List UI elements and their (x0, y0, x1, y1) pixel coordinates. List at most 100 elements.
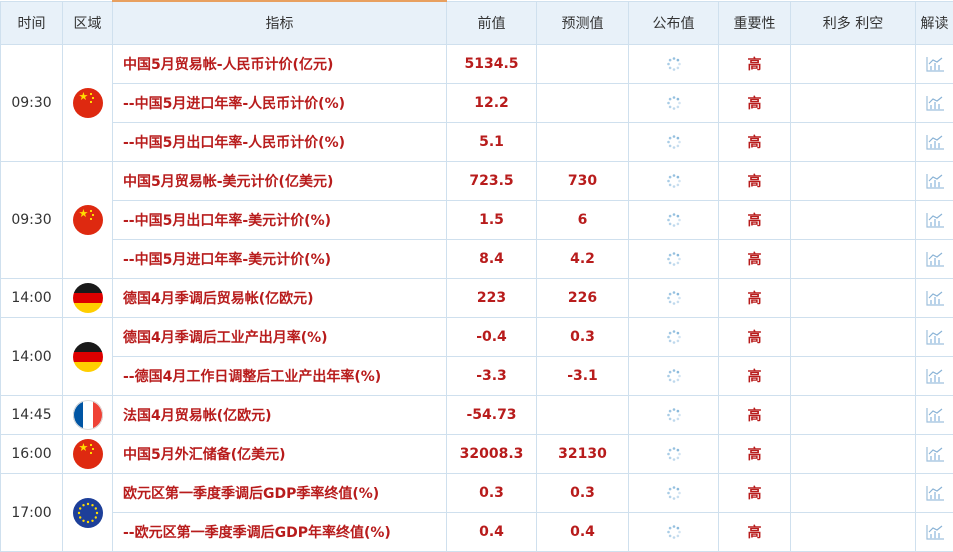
chart-icon[interactable] (925, 172, 945, 190)
chart-icon[interactable] (925, 133, 945, 151)
indicator-name[interactable]: 欧元区第一季度季调后GDP季率终值(%) (113, 474, 447, 513)
loading-spinner-icon (666, 446, 682, 462)
chart-icon[interactable] (925, 55, 945, 73)
forecast-value: 4.2 (537, 240, 629, 279)
indicator-name[interactable]: --中国5月出口年率-人民币计价(%) (113, 123, 447, 162)
table-row: 16:00★中国5月外汇储备(亿美元)32008.332130高 (1, 435, 953, 474)
table-row: --中国5月出口年率-人民币计价(%)5.1高 (1, 123, 953, 162)
previous-value: -0.4 (447, 318, 537, 357)
bull-bear-cell (791, 84, 916, 123)
actual-value (629, 123, 719, 162)
economic-calendar-table: 时间 区域 指标 前值 预测值 公布值 重要性 利多 利空 解读 09:30★中… (0, 0, 953, 552)
interpret-cell[interactable] (916, 123, 953, 162)
actual-value (629, 240, 719, 279)
header-interpret: 解读 (916, 1, 953, 45)
indicator-name[interactable]: 中国5月贸易帐-美元计价(亿美元) (113, 162, 447, 201)
indicator-name[interactable]: --欧元区第一季度季调后GDP年率终值(%) (113, 513, 447, 552)
forecast-value: 0.4 (537, 513, 629, 552)
actual-value (629, 318, 719, 357)
interpret-cell[interactable] (916, 357, 953, 396)
loading-spinner-icon (666, 134, 682, 150)
interpret-cell[interactable] (916, 513, 953, 552)
importance-value: 高 (719, 240, 791, 279)
actual-value (629, 474, 719, 513)
actual-value (629, 513, 719, 552)
previous-value: -54.73 (447, 396, 537, 435)
interpret-cell[interactable] (916, 396, 953, 435)
chart-icon[interactable] (925, 94, 945, 112)
bull-bear-cell (791, 513, 916, 552)
bull-bear-cell (791, 357, 916, 396)
chart-icon[interactable] (925, 367, 945, 385)
indicator-name[interactable]: --德国4月工作日调整后工业产出年率(%) (113, 357, 447, 396)
interpret-cell[interactable] (916, 318, 953, 357)
chart-icon[interactable] (925, 250, 945, 268)
indicator-name[interactable]: --中国5月出口年率-美元计价(%) (113, 201, 447, 240)
release-time: 09:30 (1, 162, 63, 279)
actual-value (629, 84, 719, 123)
bull-bear-cell (791, 435, 916, 474)
forecast-value: 0.3 (537, 318, 629, 357)
interpret-cell[interactable] (916, 279, 953, 318)
interpret-cell[interactable] (916, 84, 953, 123)
indicator-name[interactable]: --中国5月进口年率-人民币计价(%) (113, 84, 447, 123)
indicator-name[interactable]: 法国4月贸易帐(亿欧元) (113, 396, 447, 435)
actual-value (629, 357, 719, 396)
loading-spinner-icon (666, 329, 682, 345)
loading-spinner-icon (666, 212, 682, 228)
indicator-name[interactable]: --中国5月进口年率-美元计价(%) (113, 240, 447, 279)
loading-spinner-icon (666, 524, 682, 540)
importance-value: 高 (719, 318, 791, 357)
region-flag (63, 474, 113, 552)
table-row: 14:45法国4月贸易帐(亿欧元)-54.73高 (1, 396, 953, 435)
interpret-cell[interactable] (916, 435, 953, 474)
importance-value: 高 (719, 435, 791, 474)
eu-flag-icon (73, 498, 103, 528)
forecast-value (537, 45, 629, 84)
indicator-name[interactable]: 中国5月贸易帐-人民币计价(亿元) (113, 45, 447, 84)
previous-value: 5134.5 (447, 45, 537, 84)
indicator-name[interactable]: 中国5月外汇储备(亿美元) (113, 435, 447, 474)
interpret-cell[interactable] (916, 162, 953, 201)
indicator-name[interactable]: 德国4月季调后工业产出月率(%) (113, 318, 447, 357)
region-flag: ★ (63, 162, 113, 279)
loading-spinner-icon (666, 173, 682, 189)
chart-icon[interactable] (925, 445, 945, 463)
interpret-cell[interactable] (916, 45, 953, 84)
bull-bear-cell (791, 279, 916, 318)
chart-icon[interactable] (925, 211, 945, 229)
importance-value: 高 (719, 396, 791, 435)
china-flag-icon: ★ (73, 439, 103, 469)
release-time: 14:00 (1, 279, 63, 318)
previous-value: 5.1 (447, 123, 537, 162)
loading-spinner-icon (666, 56, 682, 72)
interpret-cell[interactable] (916, 201, 953, 240)
bull-bear-cell (791, 474, 916, 513)
chart-icon[interactable] (925, 328, 945, 346)
indicator-name[interactable]: 德国4月季调后贸易帐(亿欧元) (113, 279, 447, 318)
importance-value: 高 (719, 279, 791, 318)
previous-value: 32008.3 (447, 435, 537, 474)
forecast-value: 226 (537, 279, 629, 318)
header-actual: 公布值 (629, 1, 719, 45)
actual-value (629, 201, 719, 240)
interpret-cell[interactable] (916, 474, 953, 513)
importance-value: 高 (719, 513, 791, 552)
chart-icon[interactable] (925, 406, 945, 424)
chart-icon[interactable] (925, 523, 945, 541)
bull-bear-cell (791, 45, 916, 84)
table-row: --中国5月进口年率-美元计价(%)8.44.2高 (1, 240, 953, 279)
forecast-value: 0.3 (537, 474, 629, 513)
germany-flag-icon (73, 342, 103, 372)
loading-spinner-icon (666, 95, 682, 111)
previous-value: 723.5 (447, 162, 537, 201)
bull-bear-cell (791, 162, 916, 201)
table-row: 14:00德国4月季调后贸易帐(亿欧元)223226高 (1, 279, 953, 318)
importance-value: 高 (719, 162, 791, 201)
chart-icon[interactable] (925, 289, 945, 307)
interpret-cell[interactable] (916, 240, 953, 279)
chart-icon[interactable] (925, 484, 945, 502)
release-time: 17:00 (1, 474, 63, 552)
actual-value (629, 45, 719, 84)
china-flag-icon: ★ (73, 205, 103, 235)
